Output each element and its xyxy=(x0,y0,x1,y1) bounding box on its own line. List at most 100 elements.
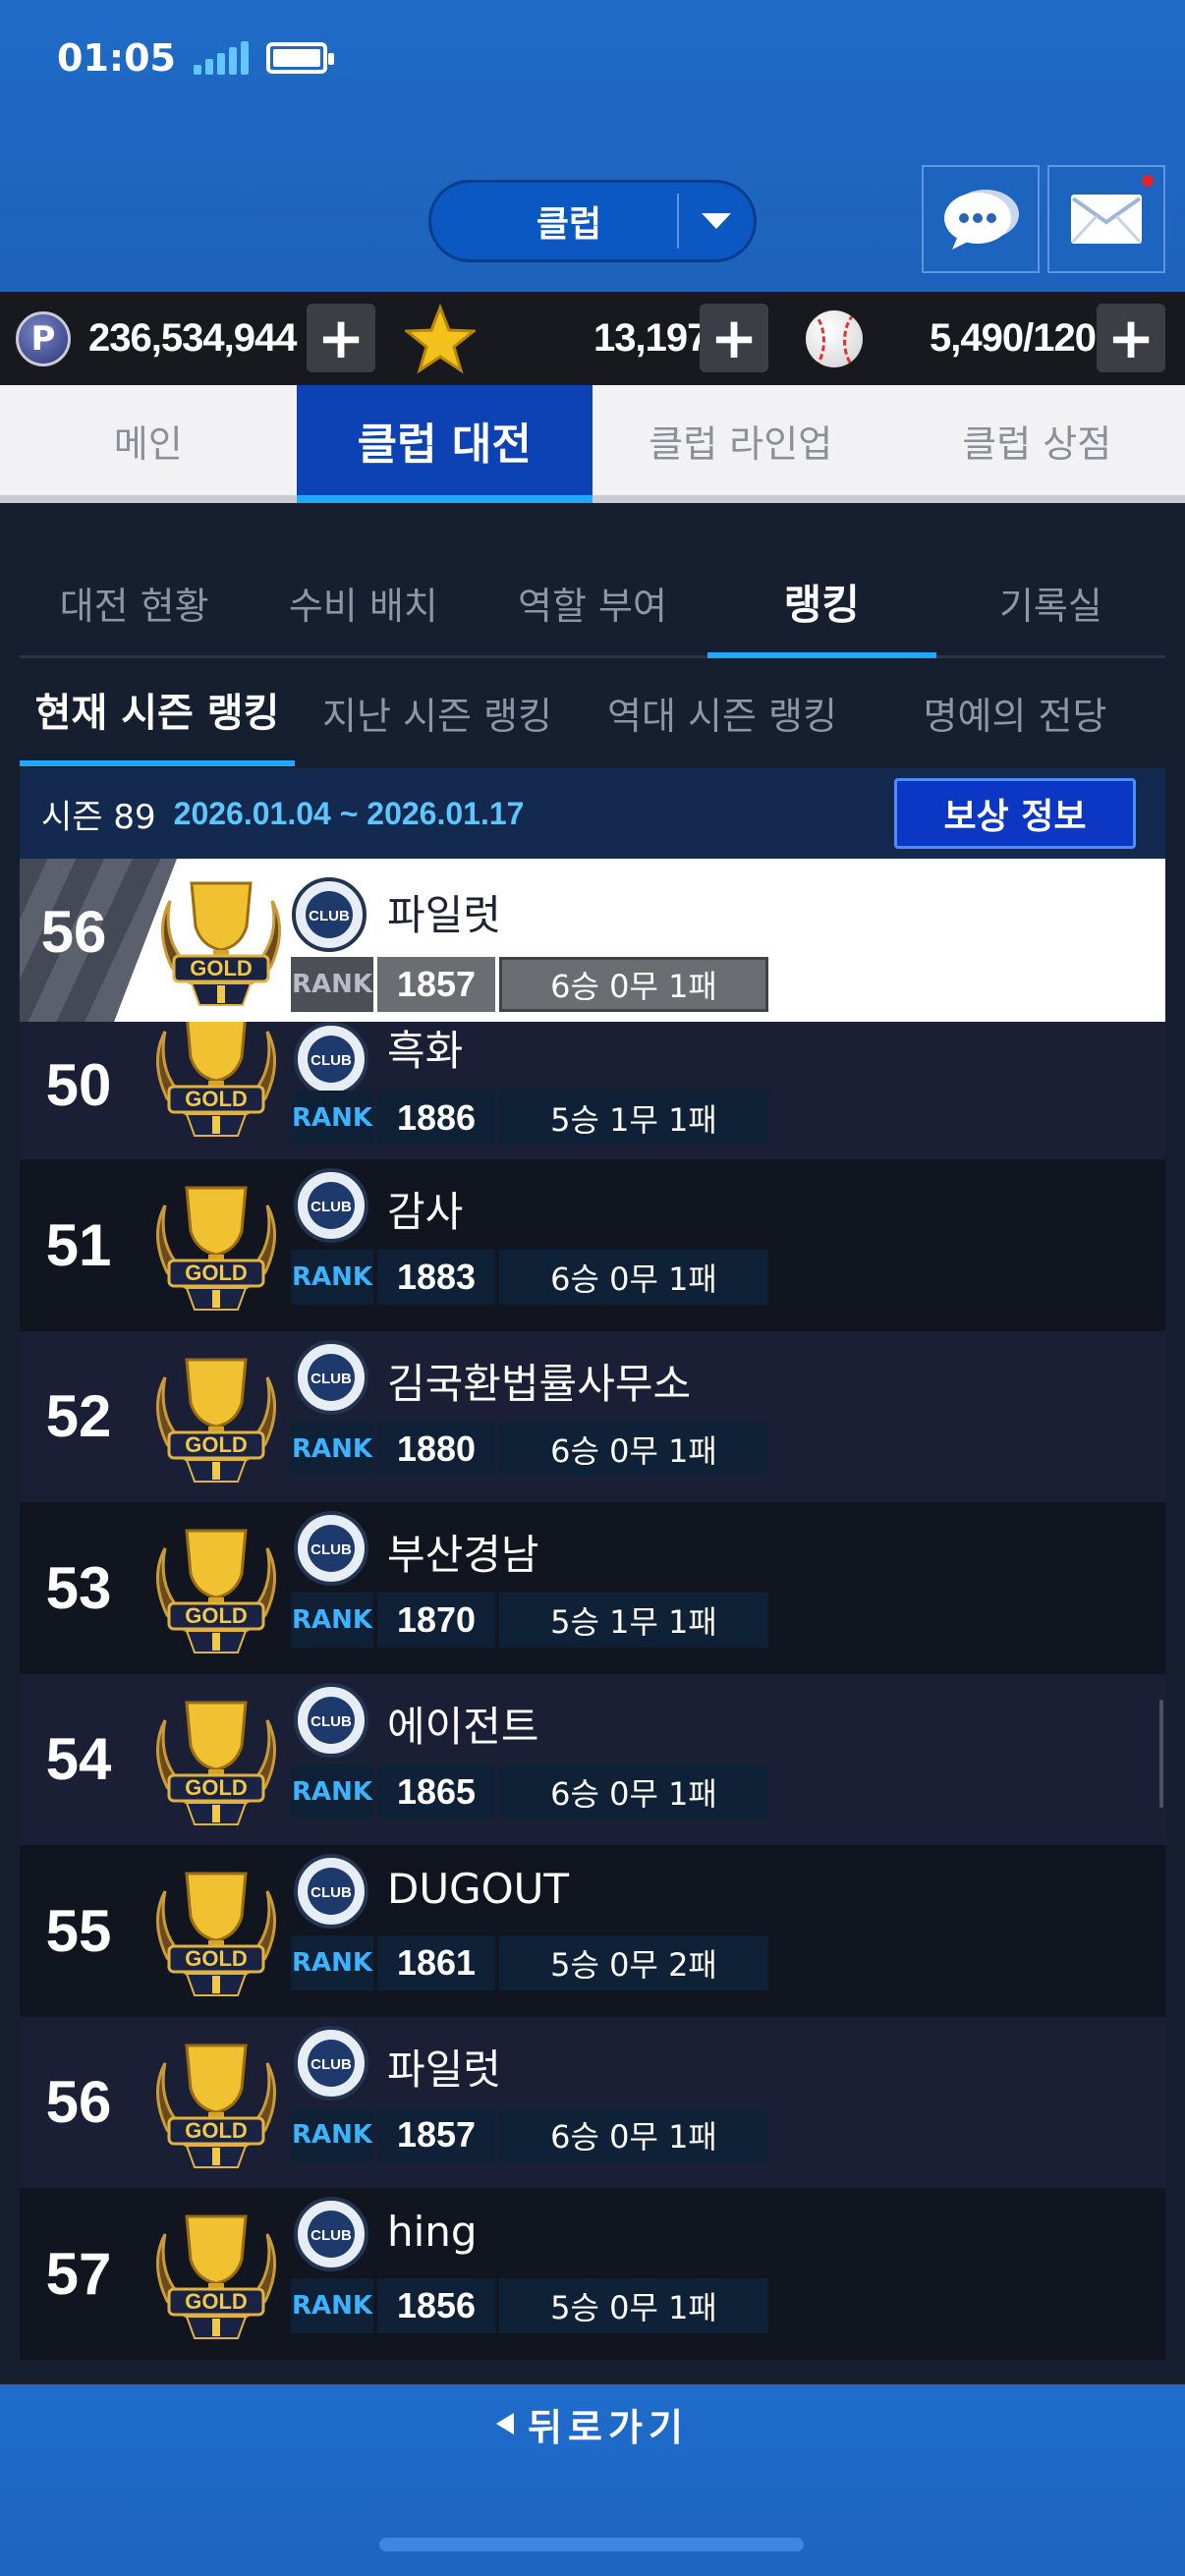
rank-rating: 1861 xyxy=(377,1935,495,1990)
win-loss-record: 6승 0무 1패 xyxy=(499,1764,768,1820)
reward-info-button[interactable]: 보상 정보 xyxy=(894,778,1136,849)
rank-position: 56 xyxy=(45,2069,112,2136)
signal-icon xyxy=(193,41,249,75)
tab-defense[interactable]: 수비 배치 xyxy=(249,550,478,655)
club-stats: RANK 1857 6승 0무 1패 xyxy=(291,2106,768,2162)
club-emblem-icon xyxy=(294,1168,368,1244)
win-loss-record: 6승 0무 1패 xyxy=(499,1250,768,1305)
gold-trophy-icon xyxy=(155,1022,277,1138)
club-name: 에이전트 xyxy=(387,1702,539,1751)
rank-position: 54 xyxy=(45,1726,112,1793)
club-name: DUGOUT xyxy=(387,1865,570,1913)
rank-label: RANK xyxy=(291,2278,373,2333)
club-stats: RANK 1856 5승 0무 1패 xyxy=(291,2278,768,2333)
club-emblem-icon xyxy=(294,2197,368,2272)
rank-rating: 1857 xyxy=(377,957,495,1012)
rank-position: 53 xyxy=(45,1554,112,1621)
balls-value: 5,490/120 xyxy=(930,316,1097,360)
club-name: 흑화 xyxy=(387,1027,464,1075)
ranking-row[interactable]: 51 감사 RANK 1883 6승 0무 1패 xyxy=(20,1159,1165,1331)
ranking-tab-bar: 현재 시즌 랭킹 지난 시즌 랭킹 역대 시즌 랭킹 명예의 전당 xyxy=(20,658,1165,766)
rank-label: RANK xyxy=(291,1935,373,1990)
rank-label: RANK xyxy=(291,1593,373,1648)
points-display: P 236,534,944 xyxy=(16,292,297,385)
stars-display: 13,197 xyxy=(593,292,708,385)
sub-tab-bar: 대전 현황 수비 배치 역할 부여 랭킹 기록실 xyxy=(20,550,1165,658)
win-loss-record: 6승 0무 1패 xyxy=(499,1421,768,1477)
tab-club-shop[interactable]: 클럽 상점 xyxy=(889,385,1185,495)
rank-position: 56 xyxy=(40,899,107,965)
points-value: 236,534,944 xyxy=(88,316,297,360)
my-club-row[interactable]: 56 파일럿 RANK 1857 6승 0무 1패 xyxy=(20,859,1165,1022)
club-name: 부산경남 xyxy=(387,1531,539,1579)
tab-hall-of-fame[interactable]: 명예의 전당 xyxy=(865,658,1165,766)
rank-rating: 1865 xyxy=(377,1764,495,1820)
tab-battle-status[interactable]: 대전 현황 xyxy=(20,550,249,655)
mail-icon xyxy=(1071,195,1142,244)
chat-button[interactable] xyxy=(922,165,1040,273)
club-selector[interactable]: 클럽 xyxy=(428,180,757,262)
win-loss-record: 5승 1무 1패 xyxy=(499,1091,768,1146)
chat-icon xyxy=(944,190,1019,250)
gold-trophy-icon xyxy=(155,1701,277,1826)
gold-trophy-icon xyxy=(155,2044,277,2169)
win-loss-record: 5승 0무 2패 xyxy=(499,1935,768,1990)
tab-all-seasons[interactable]: 역대 시즌 랭킹 xyxy=(580,658,865,766)
add-balls-button[interactable]: + xyxy=(1097,304,1165,372)
ranking-row[interactable]: 57 hing RANK 1856 5승 0무 1패 xyxy=(20,2188,1165,2360)
tab-roles[interactable]: 역할 부여 xyxy=(478,550,706,655)
tab-last-season[interactable]: 지난 시즌 랭킹 xyxy=(295,658,580,766)
season-info-bar: 시즌 89 2026.01.04 ~ 2026.01.17 보상 정보 xyxy=(20,768,1165,859)
points-coin-icon: P xyxy=(16,310,71,366)
club-name: 파일럿 xyxy=(387,891,501,939)
tab-ranking[interactable]: 랭킹 xyxy=(706,550,936,658)
main-tab-bar: 메인 클럽 대전 클럽 라인업 클럽 상점 xyxy=(0,385,1185,503)
ranking-row[interactable]: 56 파일럿 RANK 1857 6승 0무 1패 xyxy=(20,2016,1165,2188)
club-name: 김국환법률사무소 xyxy=(387,1359,692,1408)
home-indicator[interactable] xyxy=(379,2538,804,2551)
tab-club-battle[interactable]: 클럽 대전 xyxy=(296,385,592,503)
add-stars-button[interactable]: + xyxy=(700,304,768,372)
ranking-row[interactable]: 53 부산경남 RANK 1870 5승 1무 1패 xyxy=(20,1502,1165,1674)
rank-label: RANK xyxy=(291,1421,373,1477)
rank-position: 55 xyxy=(45,1897,112,1964)
club-emblem-icon xyxy=(294,1682,368,1758)
rank-rating: 1886 xyxy=(377,1091,495,1146)
win-loss-record: 6승 0무 1패 xyxy=(499,957,768,1012)
rank-position: 52 xyxy=(45,1383,112,1450)
ranking-row[interactable]: 54 에이전트 RANK 1865 6승 0무 1패 xyxy=(20,1673,1165,1845)
win-loss-record: 5승 0무 1패 xyxy=(499,2278,768,2333)
club-stats: RANK 1870 5승 1무 1패 xyxy=(291,1593,768,1648)
ranking-row[interactable]: 50 흑화 RANK 1886 5승 1무 1패 xyxy=(20,1022,1165,1159)
rank-label: RANK xyxy=(291,1250,373,1305)
rank-rating: 1870 xyxy=(377,1593,495,1648)
tab-main[interactable]: 메인 xyxy=(0,385,297,495)
season-dates: 2026.01.04 ~ 2026.01.17 xyxy=(173,795,525,831)
status-time: 01:05 xyxy=(57,36,176,80)
stars-value: 13,197 xyxy=(593,316,708,360)
back-arrow-icon xyxy=(496,2413,515,2435)
club-emblem-icon xyxy=(294,2025,368,2100)
tab-records[interactable]: 기록실 xyxy=(936,550,1165,655)
club-emblem-icon xyxy=(294,1339,368,1415)
rank-label: RANK xyxy=(291,957,373,1012)
notification-dot xyxy=(1142,175,1154,187)
gold-trophy-icon xyxy=(155,1186,277,1312)
win-loss-record: 5승 1무 1패 xyxy=(499,1593,768,1648)
rank-rating: 1883 xyxy=(377,1250,495,1305)
club-selector-label: 클럽 xyxy=(536,204,602,245)
back-button[interactable]: 뒤로가기 xyxy=(0,2384,1185,2463)
mail-button[interactable] xyxy=(1047,165,1165,273)
rank-label: RANK xyxy=(291,1764,373,1820)
ranking-row[interactable]: 52 김국환법률사무소 RANK 1880 6승 0무 1패 xyxy=(20,1330,1165,1502)
list-scrollbar[interactable] xyxy=(1159,1700,1163,1808)
club-stats: RANK 1865 6승 0무 1패 xyxy=(291,1764,768,1820)
tab-current-season[interactable]: 현재 시즌 랭킹 xyxy=(20,658,295,766)
add-points-button[interactable]: + xyxy=(307,304,375,372)
tab-club-lineup[interactable]: 클럽 라인업 xyxy=(592,385,889,495)
club-stats: RANK 1886 5승 1무 1패 xyxy=(291,1091,768,1146)
club-emblem-icon xyxy=(292,877,367,952)
club-name: hing xyxy=(387,2208,478,2256)
ranking-list[interactable]: 50 흑화 RANK 1886 5승 1무 1패 51 감사 RANK 1883… xyxy=(20,1022,1165,2382)
ranking-row[interactable]: 55 DUGOUT RANK 1861 5승 0무 2패 xyxy=(20,1845,1165,2017)
